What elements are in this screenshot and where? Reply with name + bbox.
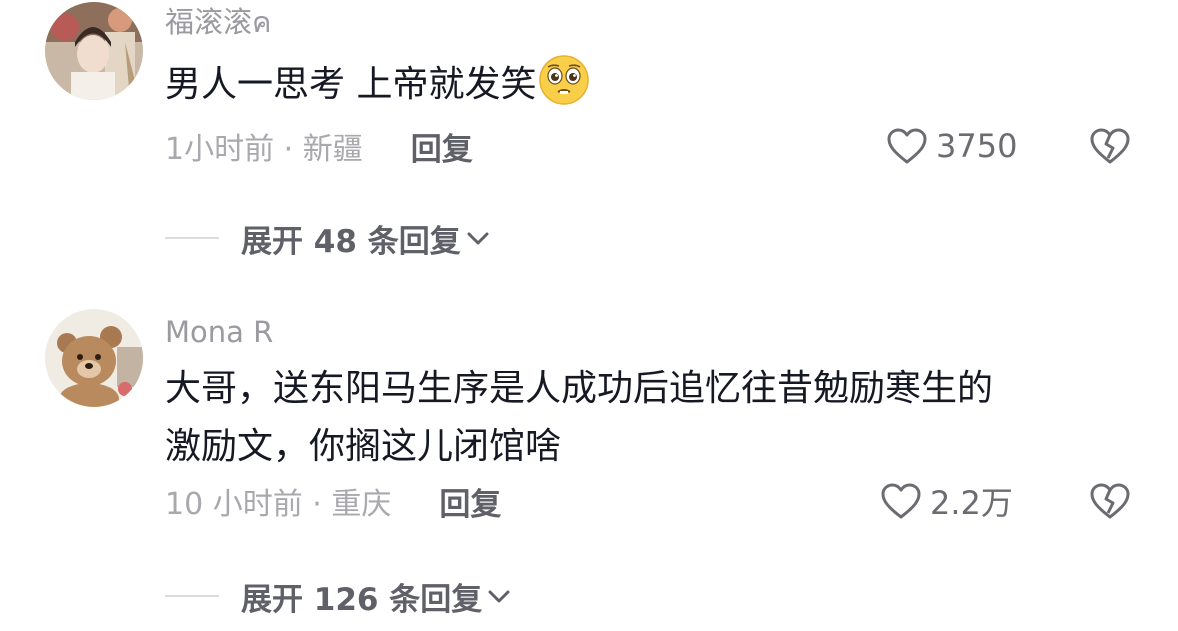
broken-heart-icon bbox=[1090, 128, 1130, 164]
comment-text-line: 大哥，送东阳马生序是人成功后追忆往昔勉励寒生的 bbox=[165, 368, 994, 409]
comment-meta: 1小时前 · 新疆 回复 bbox=[165, 124, 473, 169]
comment-text-line: 激励文，你搁这儿闭馆啥 bbox=[165, 426, 562, 467]
expand-replies-label: 展开 48 条回复 bbox=[241, 223, 461, 260]
comment-meta: 10 小时前 · 重庆 回复 bbox=[165, 479, 501, 524]
expand-replies-button[interactable]: 展开 126 条回复 bbox=[165, 576, 512, 618]
comment-text-line: 男人一思考 上帝就发笑 bbox=[165, 64, 537, 105]
expand-replies-label: 展开 126 条回复 bbox=[241, 581, 483, 618]
avatar[interactable] bbox=[45, 309, 143, 407]
divider-line bbox=[165, 237, 219, 239]
reply-button[interactable]: 回复 bbox=[439, 479, 501, 524]
broken-heart-icon bbox=[1090, 483, 1130, 519]
like-count: 2.2万 bbox=[930, 484, 1013, 522]
heart-outline-icon bbox=[887, 128, 927, 164]
username[interactable]: Mona R bbox=[165, 318, 273, 347]
chevron-down-icon bbox=[467, 232, 489, 245]
divider-line bbox=[165, 595, 219, 597]
avatar[interactable] bbox=[45, 2, 143, 100]
comment-text: 男人一思考 上帝就发笑 bbox=[165, 54, 1145, 114]
comment-text: 大哥，送东阳马生序是人成功后追忆往昔勉励寒生的 激励文，你搁这儿闭馆啥 bbox=[165, 360, 1145, 476]
time-location: 1小时前 · 新疆 bbox=[165, 132, 363, 167]
heart-outline-icon bbox=[881, 483, 921, 519]
dislike-button[interactable] bbox=[1088, 481, 1132, 521]
pleading-face-emoji bbox=[539, 55, 590, 105]
like-count: 3750 bbox=[936, 127, 1018, 165]
username[interactable]: 福滚滚ค bbox=[165, 8, 271, 37]
avatar-image bbox=[45, 309, 143, 407]
reply-button[interactable]: 回复 bbox=[411, 124, 473, 169]
dislike-button[interactable] bbox=[1088, 126, 1132, 166]
time-location: 10 小时前 · 重庆 bbox=[165, 487, 392, 522]
chevron-down-icon bbox=[488, 590, 510, 603]
like-button[interactable]: 2.2万 bbox=[880, 481, 1013, 522]
avatar-image bbox=[45, 2, 143, 100]
expand-replies-button[interactable]: 展开 48 条回复 bbox=[165, 218, 491, 260]
like-button[interactable]: 3750 bbox=[886, 126, 1017, 166]
